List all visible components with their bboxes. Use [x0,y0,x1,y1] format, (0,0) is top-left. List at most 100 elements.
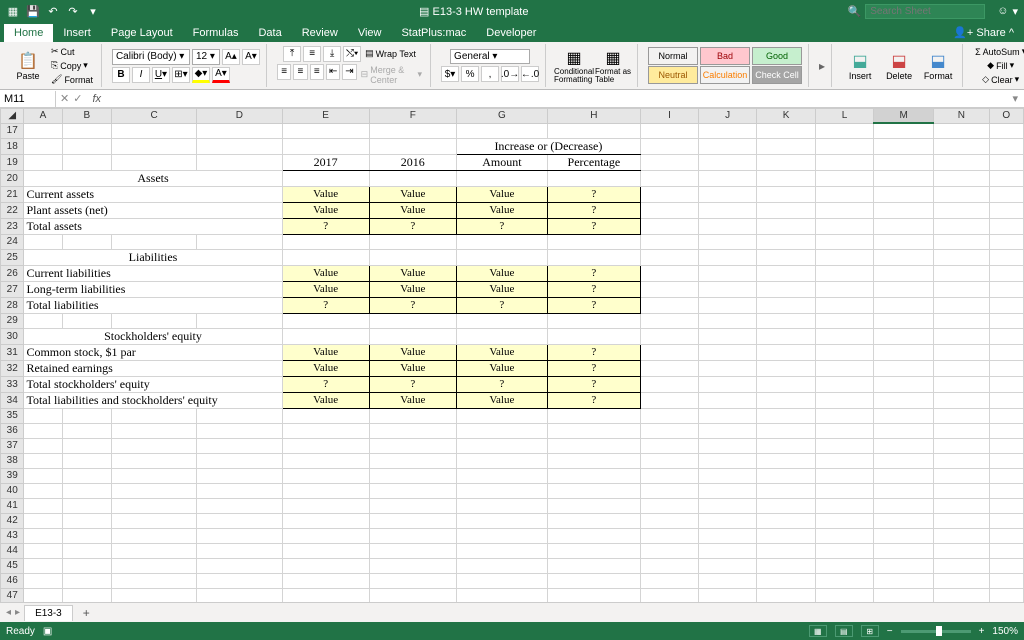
cell-N32[interactable] [934,360,989,376]
cell-C36[interactable] [112,423,197,438]
cell-O32[interactable] [989,360,1023,376]
italic-button[interactable]: I [132,67,150,83]
cell-B19[interactable] [62,154,111,170]
cell-L40[interactable] [815,483,873,498]
cell-H24[interactable] [547,234,640,249]
cell-B44[interactable] [62,543,111,558]
cell-J18[interactable] [699,138,757,154]
cell-G25[interactable] [456,249,547,265]
save-icon[interactable]: 💾 [26,4,40,18]
cell-G41[interactable] [456,498,547,513]
row-header-44[interactable]: 44 [1,543,24,558]
cell-H39[interactable] [547,468,640,483]
cell-B35[interactable] [62,408,111,423]
cell-B18[interactable] [62,138,111,154]
cell-N38[interactable] [934,453,989,468]
cell-F20[interactable] [369,170,456,186]
col-header-L[interactable]: L [815,109,873,124]
enter-formula-icon[interactable]: ✓ [73,92,82,105]
cell-A29[interactable] [24,313,62,328]
cell-K38[interactable] [757,453,816,468]
cell-K29[interactable] [757,313,816,328]
cell-B29[interactable] [62,313,111,328]
cell-N17[interactable] [934,123,989,138]
cell-H41[interactable] [547,498,640,513]
cell-K19[interactable] [757,154,816,170]
increase-decimal-button[interactable]: .0→ [501,66,519,82]
cell-G32[interactable]: Value [456,360,547,376]
cell-J46[interactable] [699,573,757,588]
cell-M23[interactable] [874,218,934,234]
cell-M42[interactable] [874,513,934,528]
cell-D35[interactable] [197,408,282,423]
cell-C19[interactable] [112,154,197,170]
cell-A33[interactable]: Total stockholders' equity [24,376,282,392]
cell-O17[interactable] [989,123,1023,138]
cell-L27[interactable] [815,281,873,297]
cell-E22[interactable]: Value [282,202,369,218]
cell-L20[interactable] [815,170,873,186]
cell-F30[interactable] [369,328,456,344]
row-header-36[interactable]: 36 [1,423,24,438]
cell-J33[interactable] [699,376,757,392]
cell-D40[interactable] [197,483,282,498]
cell-F18[interactable] [369,138,456,154]
cell-A44[interactable] [24,543,62,558]
tab-insert[interactable]: Insert [53,24,101,42]
cell-I18[interactable] [640,138,698,154]
sheet-tab[interactable]: E13-3 [24,605,73,621]
align-right-button[interactable]: ≡ [310,64,324,80]
cell-G44[interactable] [456,543,547,558]
cell-J39[interactable] [699,468,757,483]
cell-H32[interactable]: ? [547,360,640,376]
cell-B38[interactable] [62,453,111,468]
cell-L17[interactable] [815,123,873,138]
cell-J28[interactable] [699,297,757,313]
cell-C43[interactable] [112,528,197,543]
style-neutral[interactable]: Neutral [648,66,698,84]
cell-H36[interactable] [547,423,640,438]
cell-O44[interactable] [989,543,1023,558]
cell-K42[interactable] [757,513,816,528]
cell-A23[interactable]: Total assets [24,218,282,234]
cell-O29[interactable] [989,313,1023,328]
cell-F45[interactable] [369,558,456,573]
cell-M21[interactable] [874,186,934,202]
cell-L23[interactable] [815,218,873,234]
cell-E45[interactable] [282,558,369,573]
cell-N44[interactable] [934,543,989,558]
increase-font-button[interactable]: A▴ [222,49,240,65]
indent-button[interactable]: ⇥ [342,64,356,80]
row-header-46[interactable]: 46 [1,573,24,588]
cell-I29[interactable] [640,313,698,328]
cell-K25[interactable] [757,249,816,265]
cell-O24[interactable] [989,234,1023,249]
cell-F31[interactable]: Value [369,344,456,360]
font-name-select[interactable]: Calibri (Body) ▾ [112,49,190,65]
cell-E25[interactable] [282,249,369,265]
cell-G40[interactable] [456,483,547,498]
search-input[interactable] [865,4,985,19]
cell-N37[interactable] [934,438,989,453]
cell-F42[interactable] [369,513,456,528]
cell-F23[interactable]: ? [369,218,456,234]
cell-M33[interactable] [874,376,934,392]
cell-G27[interactable]: Value [456,281,547,297]
cell-J22[interactable] [699,202,757,218]
cell-G19[interactable]: Amount [456,154,547,170]
cell-K46[interactable] [757,573,816,588]
cell-O43[interactable] [989,528,1023,543]
col-header-K[interactable]: K [757,109,816,124]
cell-M22[interactable] [874,202,934,218]
cell-G31[interactable]: Value [456,344,547,360]
cell-K21[interactable] [757,186,816,202]
cell-H31[interactable]: ? [547,344,640,360]
cell-L42[interactable] [815,513,873,528]
format-table-button[interactable]: ▦Format as Table [595,45,631,87]
cell-H26[interactable]: ? [547,265,640,281]
cell-D41[interactable] [197,498,282,513]
cell-N41[interactable] [934,498,989,513]
cell-J32[interactable] [699,360,757,376]
cell-H35[interactable] [547,408,640,423]
zoom-slider[interactable] [901,630,971,633]
